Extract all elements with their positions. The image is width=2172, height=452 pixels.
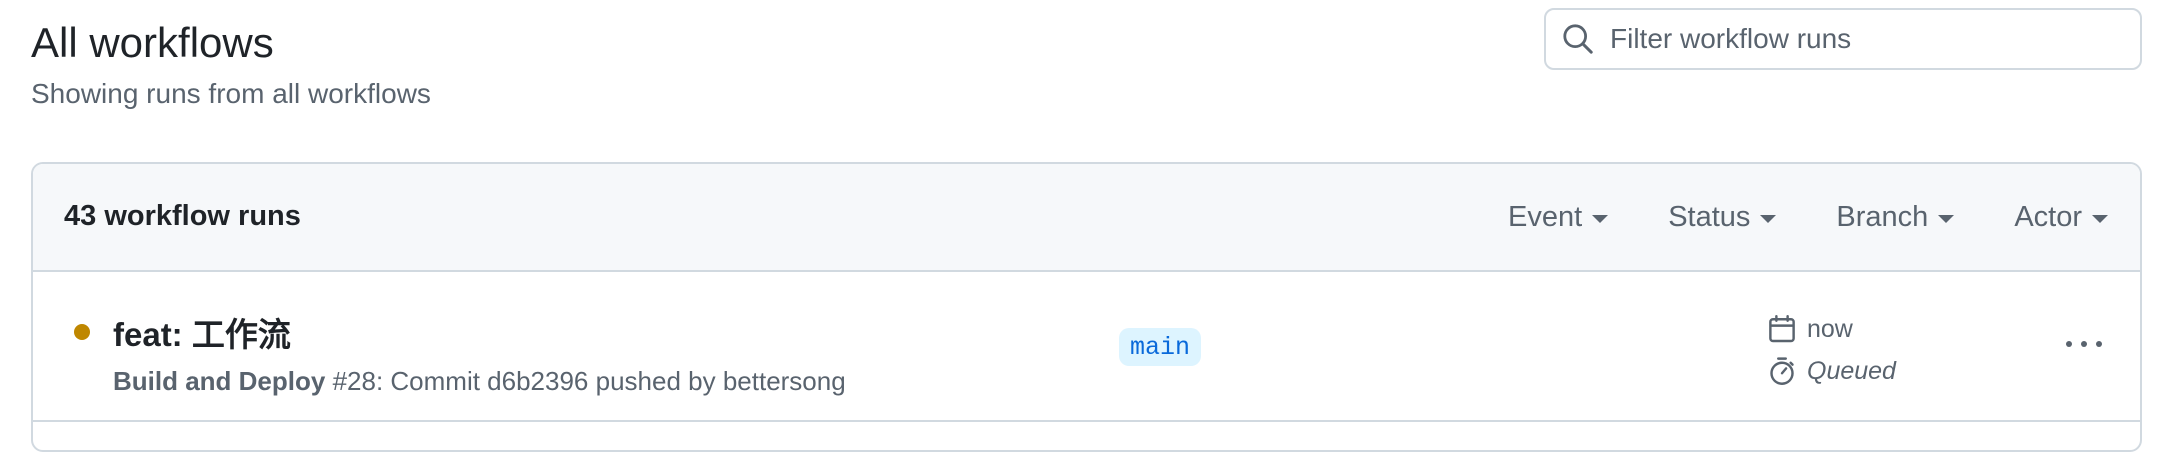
run-time-label: now [1807, 314, 1853, 343]
event-filter-label: Event [1508, 200, 1583, 233]
filter-dropdowns: Event Status Branch Actor [1448, 164, 2140, 270]
kebab-dot [2081, 341, 2087, 347]
kebab-dot [2096, 341, 2102, 347]
workflow-name: Build and Deploy [113, 366, 326, 396]
page-subtitle: Showing runs from all workflows [31, 78, 431, 109]
workflow-runs-header: 43 workflow runs Event Status Branch Act… [33, 164, 2140, 272]
branch-filter-dropdown[interactable]: Branch [1836, 200, 1955, 234]
actor-filter-dropdown[interactable]: Actor [2014, 201, 2108, 234]
run-count: 43 workflow runs [64, 200, 301, 232]
workflow-runs-box: 43 workflow runs Event Status Branch Act… [31, 162, 2142, 452]
branch-filter-label: Branch [1836, 200, 1929, 233]
kebab-dot [2066, 341, 2072, 347]
caret-down-icon [2092, 215, 2108, 223]
search-icon [1563, 24, 1593, 54]
page-title: All workflows [31, 19, 274, 66]
more-options-kebab-icon[interactable] [2066, 330, 2102, 358]
queued-status-dot-icon [74, 324, 90, 340]
caret-down-icon [1760, 215, 1777, 223]
filter-runs-input[interactable] [1608, 22, 2132, 56]
workflow-run-row[interactable]: feat: 工作流 Build and Deploy #28: Commit d… [33, 272, 2140, 422]
run-status-label: Queued [1807, 356, 1896, 385]
status-filter-dropdown[interactable]: Status [1668, 200, 1777, 234]
run-time: now [1767, 314, 1853, 344]
stopwatch-icon [1770, 357, 1794, 385]
run-status: Queued [1767, 356, 1896, 386]
actor-filter-label: Actor [2014, 200, 2082, 233]
caret-down-icon [1938, 215, 1955, 223]
filter-runs-search-box[interactable] [1544, 8, 2142, 70]
event-filter-dropdown[interactable]: Event [1508, 200, 1609, 234]
run-description: #28: Commit d6b2396 pushed by bettersong [325, 366, 846, 396]
calendar-icon [1769, 315, 1795, 343]
branch-tag[interactable]: main [1119, 328, 1202, 366]
run-title-link[interactable]: feat: 工作流 [113, 308, 291, 356]
caret-down-icon [1592, 215, 1609, 223]
status-filter-label: Status [1668, 200, 1751, 233]
run-meta: Build and Deploy #28: Commit d6b2396 pus… [113, 366, 846, 397]
